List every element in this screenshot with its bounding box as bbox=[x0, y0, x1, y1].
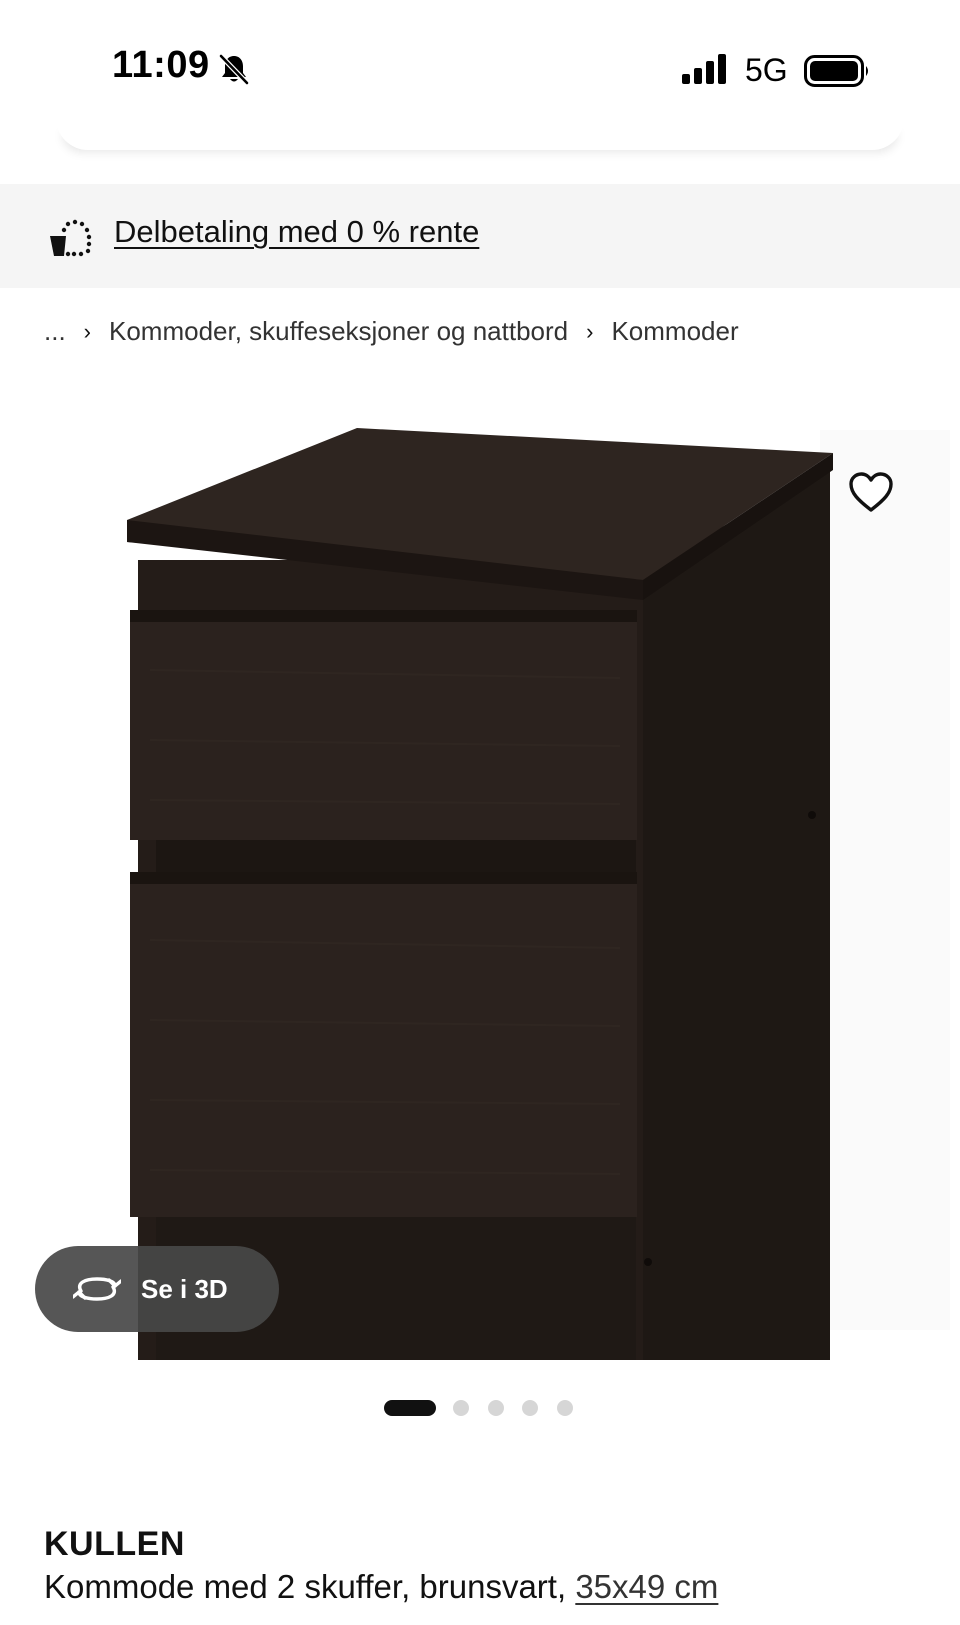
heart-outline-icon[interactable] bbox=[848, 470, 894, 516]
product-description-text: Kommode med 2 skuffer, brunsvart, bbox=[44, 1568, 567, 1605]
product-size-link[interactable]: 35x49 cm bbox=[575, 1568, 718, 1605]
installment-payment-icon bbox=[50, 219, 92, 257]
chest-of-drawers-image bbox=[127, 428, 950, 1360]
breadcrumb-dressers-category[interactable]: Kommoder, skuffeseksjoner og nattbord bbox=[109, 316, 568, 347]
pager-dot-3[interactable] bbox=[488, 1400, 504, 1416]
cellular-signal-icon bbox=[682, 54, 726, 84]
pager-dot-4[interactable] bbox=[522, 1400, 538, 1416]
bell-slash-icon bbox=[219, 54, 249, 85]
rotate-3d-icon bbox=[73, 1277, 121, 1301]
pager-dot-2[interactable] bbox=[453, 1400, 469, 1416]
chevron-right-icon: › bbox=[83, 318, 91, 344]
breadcrumb-ellipsis[interactable]: ... bbox=[44, 316, 66, 347]
product-name: KULLEN bbox=[44, 1525, 185, 1563]
status-time: 11:09 bbox=[112, 44, 210, 86]
product-description: Kommode med 2 skuffer, brunsvart, 35x49 … bbox=[44, 1568, 718, 1606]
pager-dot-5[interactable] bbox=[557, 1400, 573, 1416]
breadcrumb-dressers[interactable]: Kommoder bbox=[611, 316, 738, 347]
pager-dot-1[interactable] bbox=[384, 1400, 436, 1416]
battery-icon bbox=[804, 55, 868, 87]
status-bar: 11:09 5G bbox=[0, 0, 960, 130]
view-in-3d-label: Se i 3D bbox=[141, 1273, 228, 1304]
view-in-3d-button[interactable]: Se i 3D bbox=[35, 1246, 279, 1332]
breadcrumb: ... › Kommoder, skuffeseksjoner og nattb… bbox=[44, 316, 739, 347]
chevron-right-icon: › bbox=[586, 318, 594, 344]
promo-banner: Delbetaling med 0 % rente bbox=[0, 184, 960, 288]
installment-link[interactable]: Delbetaling med 0 % rente bbox=[114, 214, 479, 250]
image-pager bbox=[0, 1398, 960, 1418]
network-type: 5G bbox=[745, 52, 788, 88]
header-bottom-edge bbox=[56, 118, 904, 150]
product-gallery[interactable] bbox=[0, 420, 960, 1360]
